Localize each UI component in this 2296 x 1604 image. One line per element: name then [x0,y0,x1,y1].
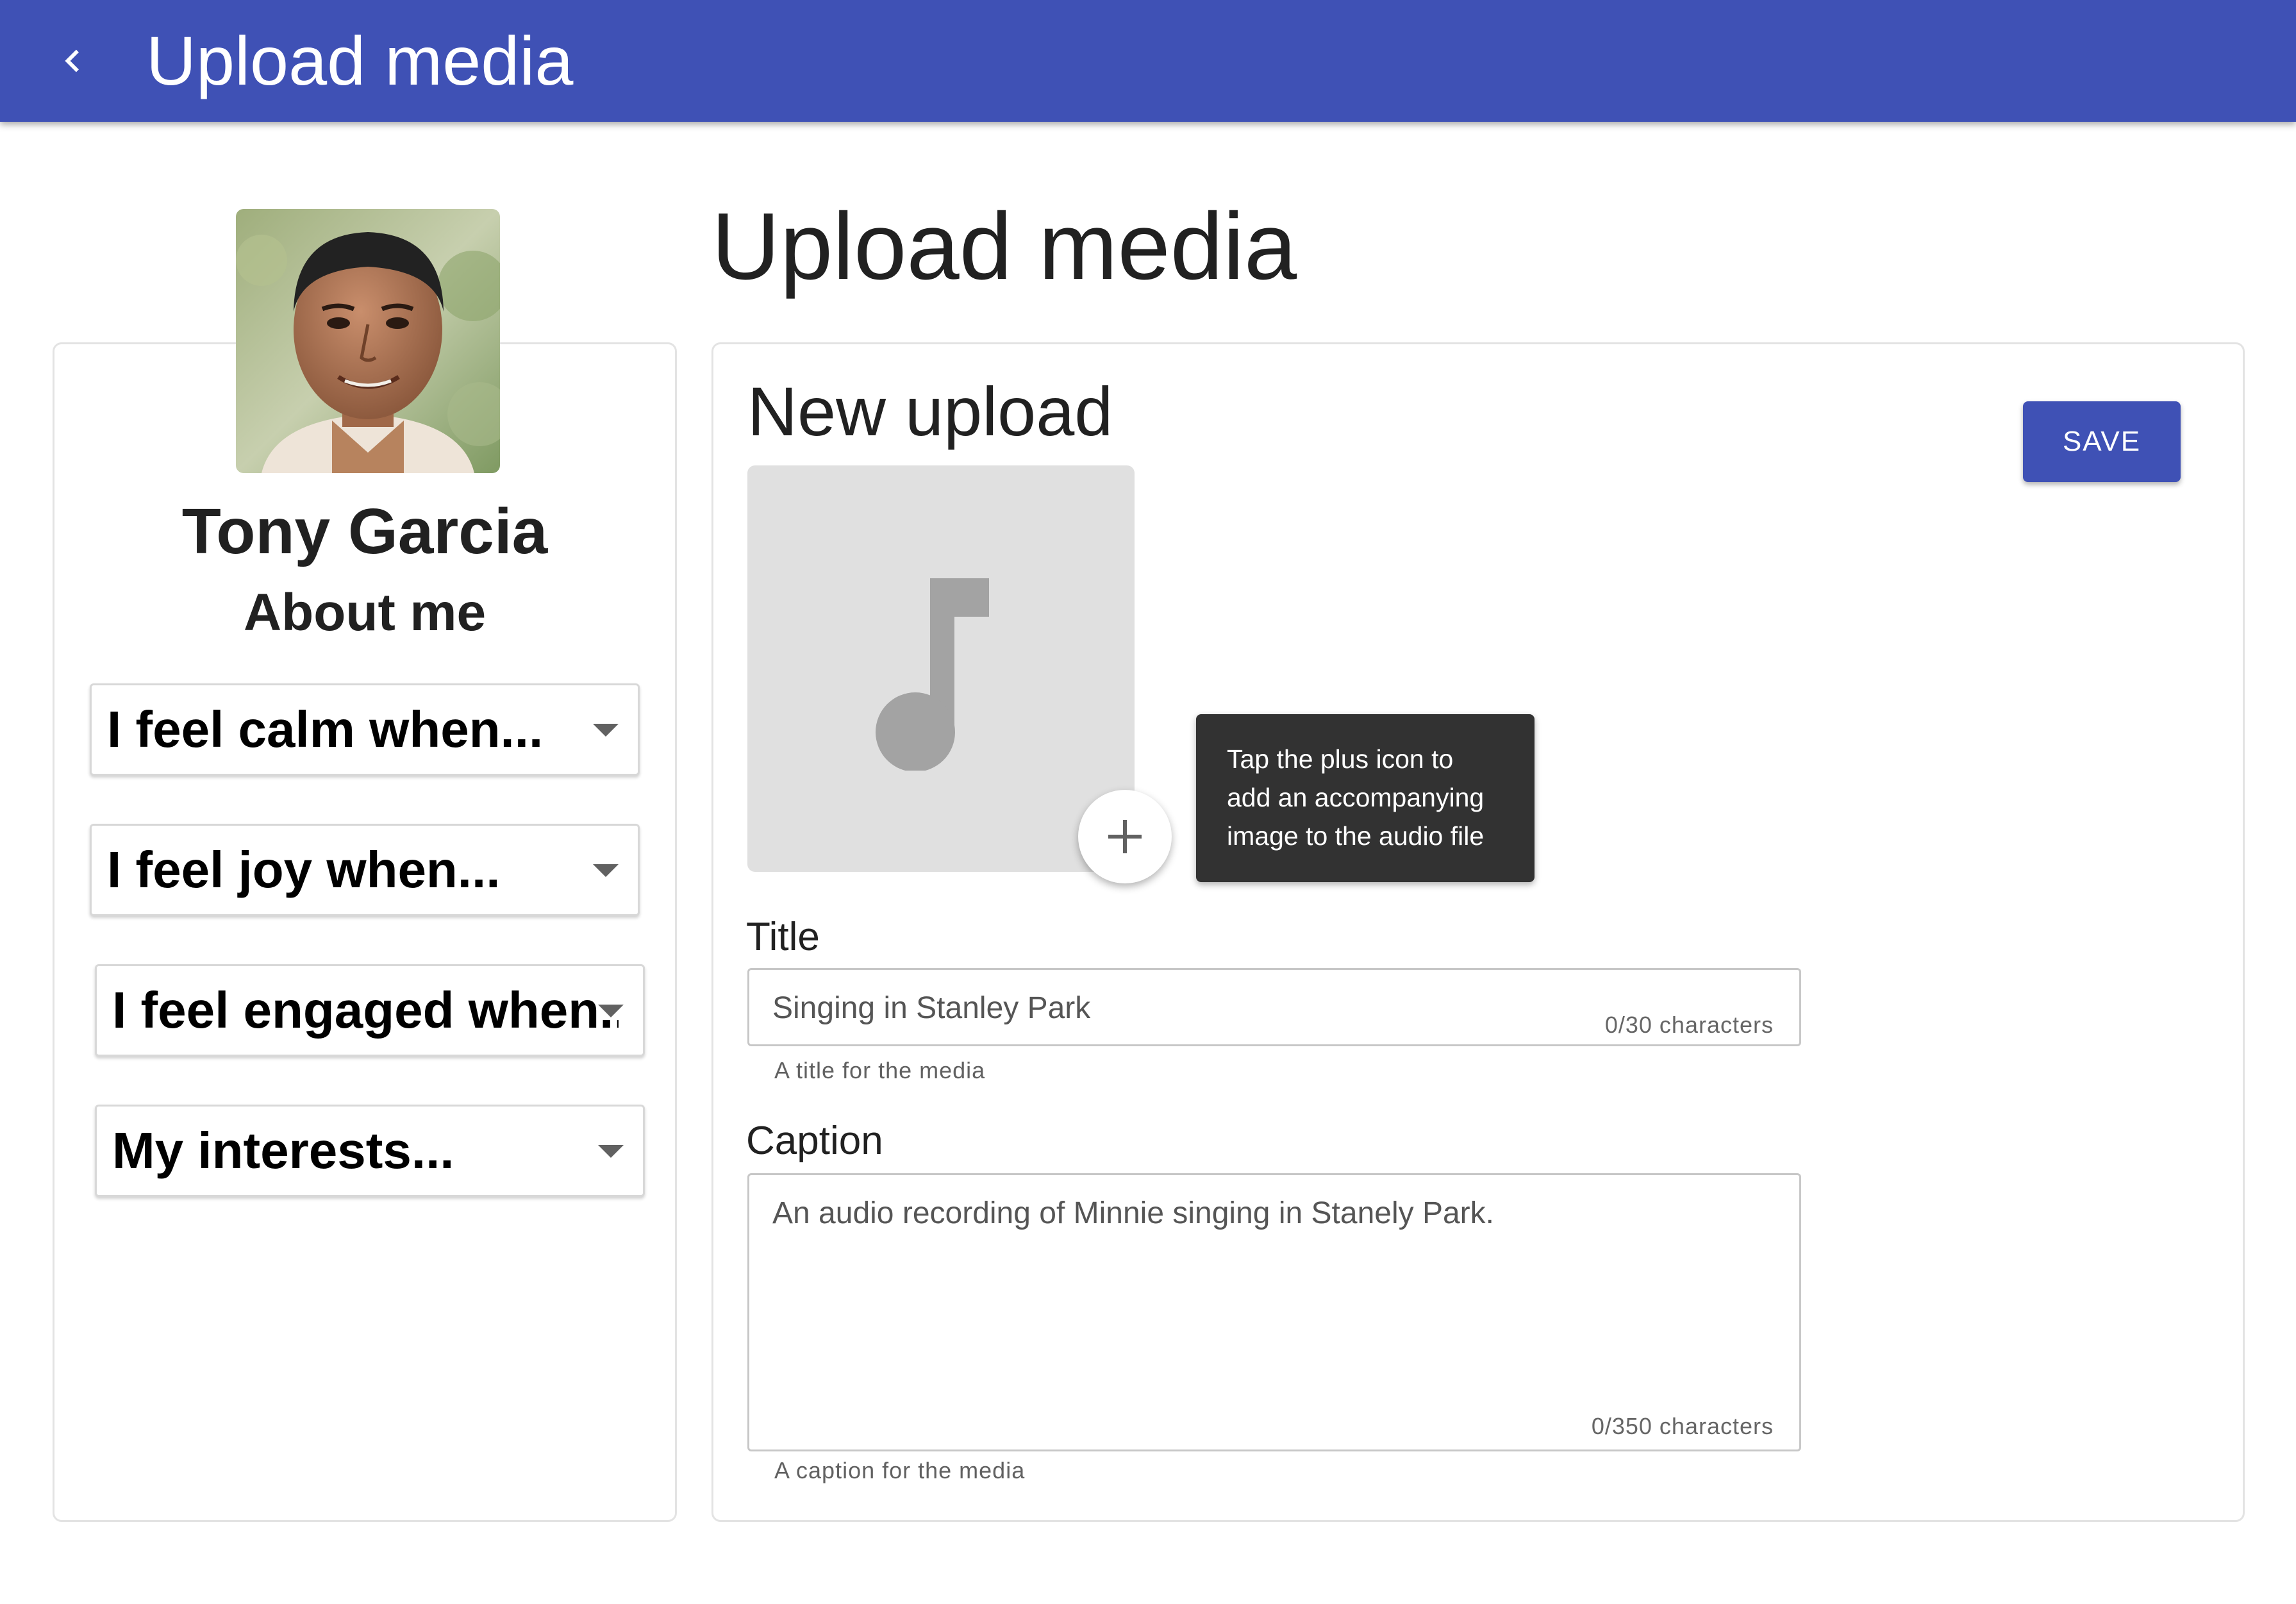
caret-down-icon [598,1005,624,1017]
back-button[interactable] [45,33,100,88]
avatar [236,209,500,473]
dropdown-interests[interactable]: My interests... [95,1105,645,1197]
title-helper: A title for the media [774,1057,986,1083]
dropdown-joy[interactable]: I feel joy when... [90,824,640,916]
caption-counter: 0/350 characters [1591,1413,1774,1439]
page-title: Upload media [711,194,1297,299]
tooltip-line: image to the audio file [1227,821,1485,851]
caret-down-icon [593,864,619,877]
chevron-left-icon [65,49,79,72]
plus-icon [1108,820,1142,853]
profile-name: Tony Garcia [181,496,548,567]
caption-helper: A caption for the media [774,1457,1026,1483]
title-value: Singing in Stanley Park [772,991,1091,1025]
title-input[interactable]: Singing in Stanley Park 0/30 characters [747,968,1801,1046]
dropdown-label: I feel engaged when... [112,982,619,1039]
dropdown-engaged[interactable]: I feel engaged when... [95,964,645,1057]
app-bar: Upload media [0,0,2296,122]
music-note-icon [876,578,989,771]
dropdown-label: I feel calm when... [107,701,544,758]
tooltip-line: add an accompanying [1227,783,1485,812]
add-image-button[interactable] [1078,790,1172,883]
dropdown-label: My interests... [112,1122,454,1179]
dropdown-calm[interactable]: I feel calm when... [90,683,640,776]
app-bar-title: Upload media [146,22,574,99]
avatar-photo [236,209,500,473]
tooltip-line: Tap the plus icon to [1227,744,1454,774]
add-image-tooltip: Tap the plus icon to add an accompanying… [1196,714,1535,882]
caret-down-icon [593,724,619,737]
caption-label: Caption [746,1119,883,1163]
about-me-heading: About me [243,583,487,642]
caption-input[interactable]: An audio recording of Minnie singing in … [747,1173,1801,1451]
caption-value: An audio recording of Minnie singing in … [772,1196,1494,1230]
card-title: New upload [747,372,1113,450]
save-button[interactable]: SAVE [2023,401,2181,482]
title-label: Title [746,915,820,959]
title-counter: 0/30 characters [1604,1012,1774,1038]
caret-down-icon [598,1145,624,1158]
dropdown-label: I feel joy when... [107,841,501,898]
media-placeholder[interactable] [747,465,1135,872]
